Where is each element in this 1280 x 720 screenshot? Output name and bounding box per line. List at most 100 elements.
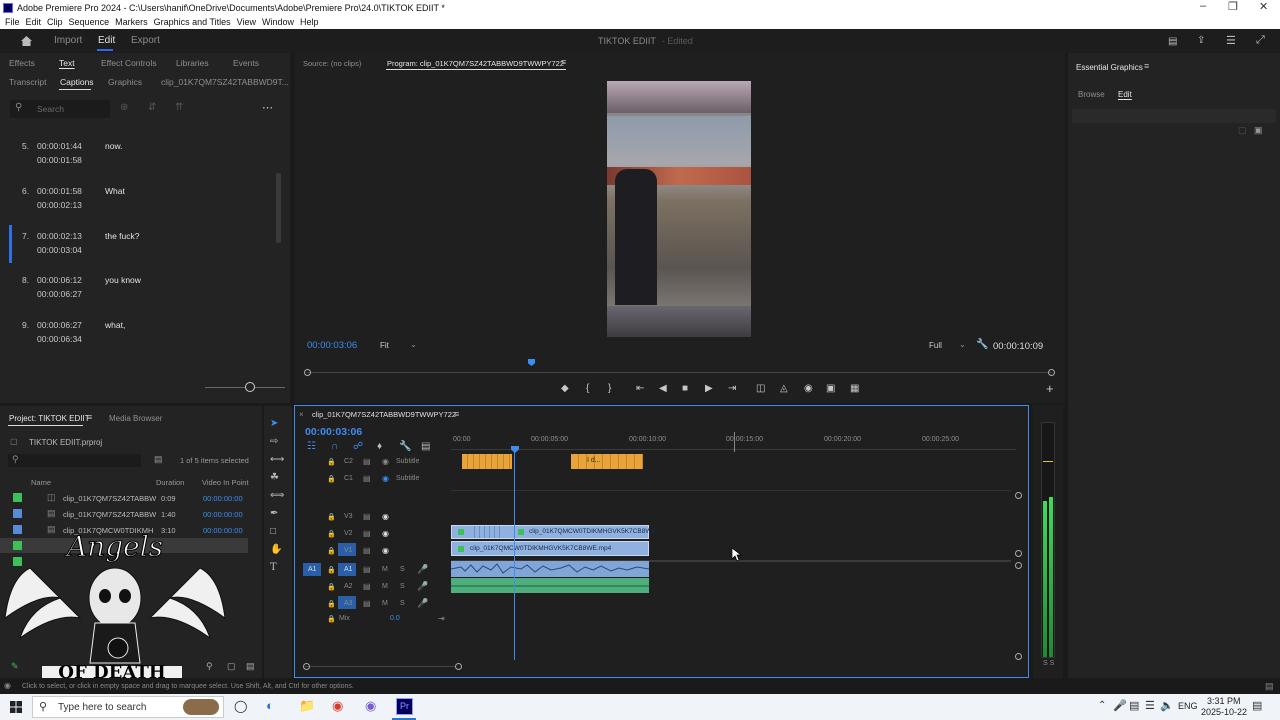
settings-wrench-icon[interactable]: 🔧 <box>399 441 411 452</box>
tab-graphics[interactable]: Graphics <box>108 77 142 87</box>
language-indicator[interactable]: ENG <box>1178 701 1198 711</box>
close-icon[interactable]: × <box>299 410 304 419</box>
mute-button[interactable]: M <box>382 583 388 590</box>
wrench-icon[interactable]: 🔧 <box>976 339 988 350</box>
export-frame-icon[interactable]: ◉ <box>804 383 813 394</box>
eye-icon[interactable]: ◉ <box>382 512 389 521</box>
fit-dropdown[interactable]: Fit <box>380 341 389 350</box>
stop-icon[interactable]: ■ <box>682 383 688 394</box>
app-icon[interactable]: ◉ <box>365 698 376 714</box>
selection-tool-icon[interactable]: ➤ <box>270 418 278 429</box>
caption-item[interactable]: 8. 00:00:06:12 00:00:06:27 you know <box>0 269 280 313</box>
snap-icon[interactable]: ∩ <box>331 441 338 452</box>
solo-button[interactable]: S <box>400 583 405 590</box>
notification-icon[interactable]: ▤ <box>1252 699 1262 712</box>
eye-icon[interactable]: ◉ <box>382 474 389 483</box>
workspaces-menu-icon[interactable]: ☰ <box>1226 34 1236 47</box>
merge-captions-icon[interactable]: ⇵ <box>148 102 156 113</box>
tab-libraries[interactable]: Libraries <box>176 58 209 68</box>
sync-icon[interactable]: ▤ <box>363 599 371 608</box>
caption-item[interactable]: 5. 00:00:01:44 00:00:01:58 now. <box>0 135 280 179</box>
microphone-icon[interactable]: 🎤 <box>1113 699 1127 712</box>
tab-transcript[interactable]: Transcript <box>9 77 46 87</box>
caption-item[interactable]: 9. 00:00:06:27 00:00:06:34 what, <box>0 314 280 358</box>
scroll-handle[interactable] <box>1015 653 1022 660</box>
eye-icon[interactable]: ◉ <box>382 457 389 466</box>
step-forward-icon[interactable]: ▶ <box>705 383 713 394</box>
panel-menu-icon[interactable]: ≡ <box>87 412 92 422</box>
solo-button[interactable]: S <box>400 600 405 607</box>
volume-icon[interactable]: 🔈 <box>1160 699 1174 712</box>
solo-button[interactable]: S <box>400 566 405 573</box>
hand-tool-icon[interactable]: ✋ <box>270 544 282 555</box>
new-layer-icon[interactable]: ▢ <box>1238 125 1247 136</box>
microphone-icon[interactable]: 🎤 <box>417 564 428 575</box>
clock-date[interactable]: 2025-10-22 <box>1201 707 1247 717</box>
button-editor-icon[interactable]: + <box>1046 381 1054 396</box>
status-options-icon[interactable]: ▤ <box>1265 681 1274 692</box>
type-tool-icon[interactable]: T <box>270 562 277 573</box>
go-to-end-icon[interactable]: ⇥ <box>438 614 445 623</box>
menu-view[interactable]: View <box>237 17 256 27</box>
clock-time[interactable]: 3:31 PM <box>1207 696 1241 706</box>
menu-help[interactable]: Help <box>300 17 319 27</box>
lock-icon[interactable]: 🔒 <box>327 458 336 466</box>
windows-start-icon[interactable] <box>10 701 22 713</box>
insert-icon[interactable]: ◫ <box>756 383 765 394</box>
panel-menu-icon[interactable]: ≡ <box>561 57 566 67</box>
scroll-handle[interactable] <box>1015 550 1022 557</box>
mark-in-icon[interactable]: { <box>586 383 589 394</box>
tab-program[interactable]: Program: clip_01K7QM7SZ42TABBWD9TWWPY722 <box>387 59 564 68</box>
menu-window[interactable]: Window <box>262 17 294 27</box>
lock-icon[interactable]: 🔒 <box>327 583 336 591</box>
microphone-icon[interactable]: 🎤 <box>417 581 428 592</box>
zoom-slider-handle[interactable] <box>245 382 255 392</box>
tab-text[interactable]: Text <box>59 58 75 68</box>
overwrite-icon[interactable]: ◬ <box>780 383 788 394</box>
linked-selection-icon[interactable]: ☍ <box>353 441 363 452</box>
add-caption-icon[interactable]: ⊕ <box>120 102 128 113</box>
add-marker-icon[interactable]: ◆ <box>561 383 569 394</box>
lock-icon[interactable]: 🔒 <box>327 566 336 574</box>
tab-export[interactable]: Export <box>131 35 160 46</box>
fullscreen-icon[interactable]: ⤢ <box>1256 34 1265 47</box>
lock-icon[interactable]: 🔒 <box>327 547 336 555</box>
caption-text[interactable]: now. <box>105 141 123 151</box>
v1-clip[interactable]: clip_01K7QMCW0TDIKMHGVK5K7CB8WE.mp4 <box>451 541 649 556</box>
chrome-icon[interactable]: ◉ <box>332 698 343 714</box>
home-icon[interactable] <box>20 35 33 47</box>
quality-dropdown[interactable]: Full <box>929 341 942 350</box>
taskbar-search-box[interactable]: ⚲ Type here to search <box>32 696 224 718</box>
insert-sequence-icon[interactable]: ☷ <box>307 441 316 452</box>
timeline-playhead-handle[interactable] <box>511 446 519 453</box>
project-search-field[interactable]: ⚲ <box>8 454 141 467</box>
program-timecode[interactable]: 00:00:03:06 <box>307 340 357 351</box>
new-bin-icon[interactable]: ▢ <box>227 661 236 672</box>
go-to-out-icon[interactable]: ⇥ <box>728 383 736 394</box>
menu-file[interactable]: File <box>5 17 20 27</box>
tab-eg-edit[interactable]: Edit <box>1118 90 1132 99</box>
search-icon[interactable]: ⚲ <box>206 661 213 672</box>
microphone-icon[interactable]: 🎤 <box>417 598 428 609</box>
caption-search-input[interactable]: Search <box>37 104 64 114</box>
mark-out-icon[interactable]: } <box>608 383 611 394</box>
pen-tool-icon[interactable]: ✒ <box>270 508 278 519</box>
caption-text[interactable]: you know <box>105 275 141 285</box>
scroll-handle[interactable] <box>1015 562 1022 569</box>
mix-value[interactable]: 0.0 <box>390 615 400 622</box>
scrub-end-handle[interactable] <box>1048 369 1055 376</box>
file-explorer-icon[interactable]: 📁 <box>299 698 315 714</box>
quick-export-icon[interactable]: ▤ <box>1168 36 1177 47</box>
lock-icon[interactable]: 🔒 <box>327 600 336 608</box>
tab-effect-controls[interactable]: Effect Controls <box>101 58 157 68</box>
restore-icon[interactable]: ❐ <box>1228 0 1238 13</box>
tab-events[interactable]: Events <box>233 58 259 68</box>
a1-audio-clip[interactable] <box>451 561 649 577</box>
caption-track-icon[interactable]: ▤ <box>421 441 430 452</box>
wifi-icon[interactable]: ☰ <box>1145 699 1155 712</box>
new-search-bin-icon[interactable]: ▤ <box>154 454 163 465</box>
caption-item[interactable]: 6. 00:00:01:58 00:00:02:13 What <box>0 180 280 224</box>
menu-graphics[interactable]: Graphics and Titles <box>154 17 231 27</box>
split-caption-icon[interactable]: ⇈ <box>175 102 183 113</box>
razor-tool-icon[interactable]: ☘ <box>270 472 279 483</box>
